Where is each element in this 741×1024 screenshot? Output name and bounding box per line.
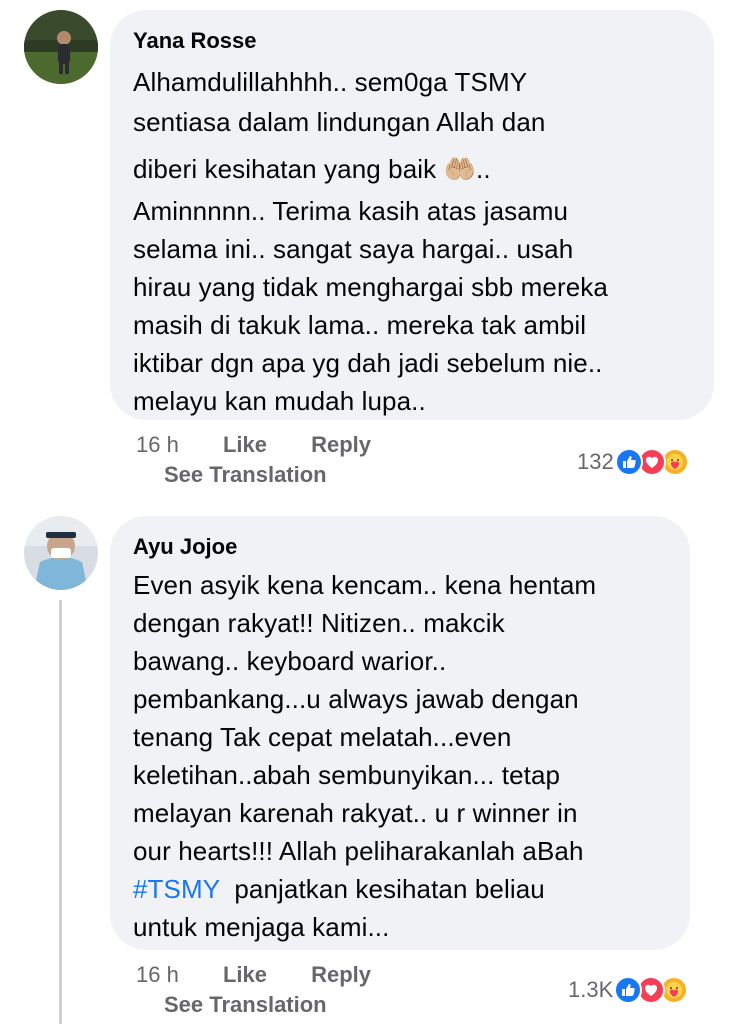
comment-line: diberi kesihatan yang baik 🤲🏼.. (133, 154, 491, 184)
comment-line: masih di takuk lama.. mereka tak ambil (133, 310, 587, 340)
comment-line: melayu kan mudah lupa.. (133, 386, 426, 416)
comment-text: Alhamdulillahhhh.. sem0ga TSMY sentiasa … (133, 62, 692, 420)
comment-text-fragment: panjatkan kesihatan beliau (219, 874, 545, 904)
reaction-count: 1.3K (568, 977, 614, 1002)
comment-line: sentiasa dalam lindungan Allah dan (133, 107, 546, 137)
comment-line: tenang Tak cepat melatah...even (133, 722, 512, 752)
comment-line: bawang.. keyboard warior.. (133, 646, 447, 676)
comment-bubble: Ayu Jojoe Even asyik kena kencam.. kena … (110, 516, 690, 950)
comment-line: Alhamdulillahhhh.. sem0ga TSMY (133, 67, 528, 97)
like-button[interactable]: Like (223, 432, 267, 457)
reaction-summary[interactable]: 132 (577, 446, 689, 478)
comment-bubble: Yana Rosse Alhamdulillahhhh.. sem0ga TSM… (110, 10, 714, 420)
comment-actions: 16 h Like Reply (136, 962, 409, 988)
reaction-count: 132 (577, 449, 614, 474)
comment-line: melayan karenah rakyat.. u r winner in (133, 798, 578, 828)
comment-line: Even asyik kena kencam.. kena hentam (133, 570, 597, 600)
hashtag-link[interactable]: #TSMY (133, 874, 220, 904)
avatar[interactable] (24, 10, 98, 84)
comment-line: pembankang...u always jawab dengan (133, 684, 579, 714)
see-translation-link[interactable]: See Translation (164, 462, 327, 488)
comment-actions: 16 h Like Reply (136, 432, 409, 458)
comment-timestamp[interactable]: 16 h (136, 432, 179, 457)
avatar-photo (24, 10, 98, 84)
comment-text: Even asyik kena kencam.. kena hentam den… (133, 566, 668, 946)
reaction-summary[interactable]: 1.3K (568, 974, 689, 1006)
comment-timestamp[interactable]: 16 h (136, 962, 179, 987)
comment-line: iktibar dgn apa yg dah jadi sebelum nie.… (133, 348, 603, 378)
comment-line: hirau yang tidak menghargai sbb mereka (133, 272, 608, 302)
reply-button[interactable]: Reply (311, 432, 371, 457)
reply-button[interactable]: Reply (311, 962, 371, 987)
comment-line: keletihan..abah sembunyikan... tetap (133, 760, 561, 790)
comment-author[interactable]: Ayu Jojoe (133, 532, 668, 562)
comment-ayu-jojoe: Ayu Jojoe Even asyik kena kencam.. kena … (0, 500, 741, 1024)
comment-author[interactable]: Yana Rosse (133, 26, 692, 56)
avatar-photo (24, 516, 98, 590)
comment-yana-rosse: Yana Rosse Alhamdulillahhhh.. sem0ga TSM… (0, 0, 741, 500)
comment-line: #TSMY panjatkan kesihatan beliau (133, 870, 668, 908)
comment-line: our hearts!!! Allah peliharakanlah aBah (133, 836, 584, 866)
comment-line: untuk menjaga kami... (133, 912, 390, 942)
comment-line: Aminnnnn.. Terima kasih atas jasamu (133, 196, 569, 226)
see-translation-link[interactable]: See Translation (164, 992, 327, 1018)
like-icon (614, 448, 643, 476)
avatar[interactable] (24, 516, 98, 590)
comment-line: dengan rakyat!! Nitizen.. makcik (133, 608, 505, 638)
comment-line: selama ini.. sangat saya hargai.. usah (133, 234, 574, 264)
like-button[interactable]: Like (223, 962, 267, 987)
thread-line (59, 600, 62, 1024)
like-icon (614, 976, 643, 1004)
